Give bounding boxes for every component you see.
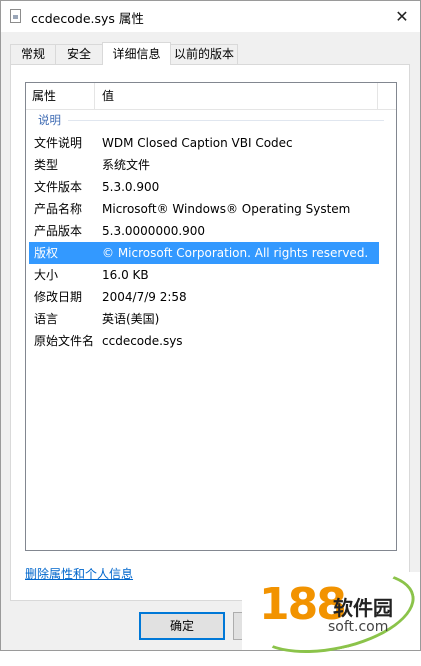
close-button[interactable]: ✕	[384, 1, 420, 32]
group-header: 说明	[26, 112, 396, 128]
properties-window: ccdecode.sys 属性 ✕ 常规 安全 详细信息 以前的版本 属性 值 …	[0, 0, 421, 666]
tab-details[interactable]: 详细信息	[102, 42, 171, 65]
details-panel: 属性 值 说明 文件说明 WDM Closed Caption VBI Code…	[10, 64, 410, 601]
property-name: 版权	[34, 246, 59, 260]
watermark-logo: 188 软件园 soft.com	[242, 557, 421, 666]
file-icon	[10, 9, 21, 23]
list-item[interactable]: 修改日期 2004/7/9 2:58	[29, 286, 379, 308]
property-value: 英语(美国)	[102, 312, 160, 326]
property-name: 原始文件名	[34, 334, 95, 348]
list-item[interactable]: 文件说明 WDM Closed Caption VBI Codec	[29, 132, 379, 154]
list-item[interactable]: 类型 系统文件	[29, 154, 379, 176]
watermark-domain: soft.com	[328, 619, 389, 635]
list-item[interactable]: 产品版本 5.3.0000000.900	[29, 220, 379, 242]
list-item[interactable]: 语言 英语(美国)	[29, 308, 379, 330]
property-name: 大小	[34, 268, 59, 282]
title-bar[interactable]: ccdecode.sys 属性 ✕	[1, 1, 420, 32]
close-icon: ✕	[395, 7, 409, 26]
details-list[interactable]: 属性 值 说明 文件说明 WDM Closed Caption VBI Code…	[25, 82, 397, 551]
property-name: 产品版本	[34, 224, 83, 238]
property-name: 类型	[34, 158, 59, 172]
tab-security[interactable]: 安全	[55, 44, 103, 64]
tab-previous-versions[interactable]: 以前的版本	[170, 44, 238, 64]
list-item[interactable]: 原始文件名 ccdecode.sys	[29, 330, 379, 352]
tab-general[interactable]: 常规	[10, 44, 56, 64]
window-title: ccdecode.sys 属性	[31, 11, 144, 26]
property-name: 语言	[34, 312, 59, 326]
property-value: 5.3.0000000.900	[102, 224, 206, 238]
property-value: © Microsoft Corporation. All rights rese…	[102, 246, 369, 260]
property-name: 文件说明	[34, 136, 83, 150]
ok-button[interactable]: 确定	[139, 612, 225, 640]
list-header: 属性 值	[26, 83, 396, 110]
list-item[interactable]: 文件版本 5.3.0.900	[29, 176, 379, 198]
property-value: 2004/7/9 2:58	[102, 290, 187, 304]
property-rows: 文件说明 WDM Closed Caption VBI Codec 类型 系统文…	[26, 132, 396, 352]
property-name: 文件版本	[34, 180, 83, 194]
list-item-selected[interactable]: 版权 © Microsoft Corporation. All rights r…	[29, 242, 379, 264]
list-item[interactable]: 产品名称 Microsoft® Windows® Operating Syste…	[29, 198, 379, 220]
remove-properties-link[interactable]: 删除属性和个人信息	[25, 565, 133, 582]
column-divider[interactable]	[94, 83, 95, 109]
property-value: ccdecode.sys	[102, 334, 183, 348]
property-name: 产品名称	[34, 202, 83, 216]
property-value: 5.3.0.900	[102, 180, 160, 194]
property-value: 系统文件	[102, 158, 151, 172]
property-value: WDM Closed Caption VBI Codec	[102, 136, 293, 150]
list-item[interactable]: 大小 16.0 KB	[29, 264, 379, 286]
group-divider	[68, 120, 384, 121]
column-header-value[interactable]: 值	[102, 83, 114, 109]
tab-strip: 常规 安全 详细信息 以前的版本	[10, 42, 410, 65]
watermark-name: 软件园	[333, 596, 393, 620]
column-header-property[interactable]: 属性	[32, 83, 56, 109]
property-name: 修改日期	[34, 290, 83, 304]
property-value: Microsoft® Windows® Operating System	[102, 202, 351, 216]
group-label: 说明	[38, 113, 61, 127]
property-value: 16.0 KB	[102, 268, 149, 282]
column-divider[interactable]	[377, 83, 378, 109]
